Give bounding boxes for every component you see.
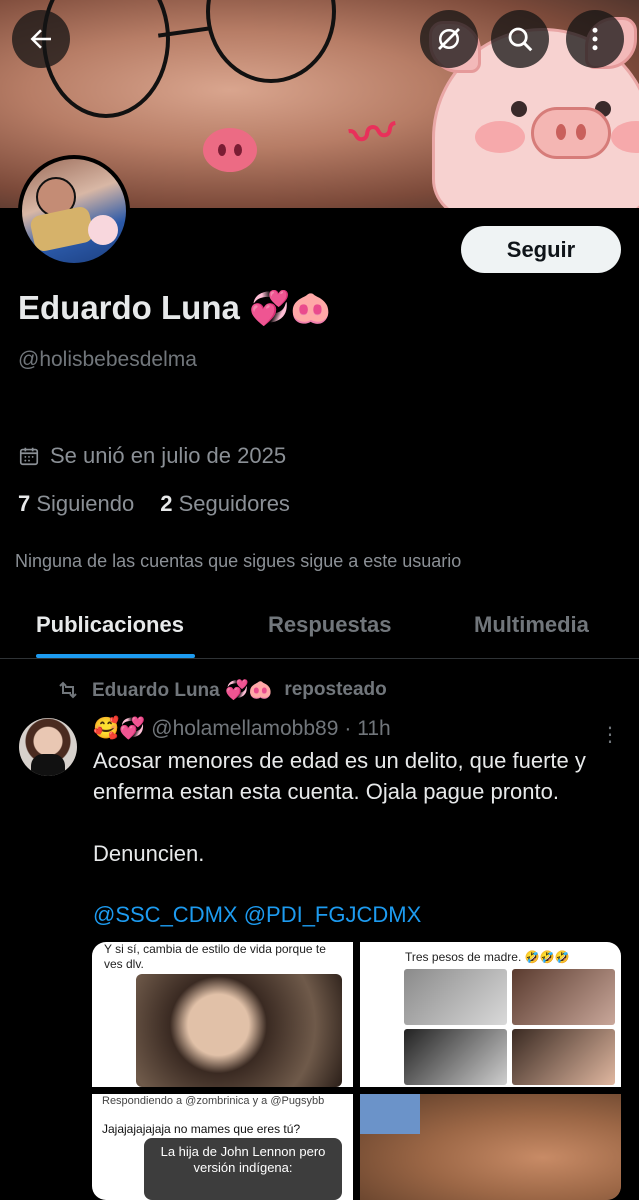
active-tab-indicator	[36, 654, 195, 658]
post-author-avatar[interactable]	[19, 718, 77, 776]
arrow-left-icon	[30, 29, 51, 49]
media-image-3[interactable]: Respondiendo a @zombrinica y a @Pugsybb …	[92, 1094, 353, 1200]
profile-avatar[interactable]	[18, 155, 130, 267]
profile-tabs: Publicaciones Respuestas Multimedia	[0, 598, 639, 659]
media-2-cell-1	[404, 969, 507, 1025]
post-author-emojis[interactable]: 🥰💞	[93, 717, 145, 741]
profile-handle: @holisbebesdelma	[18, 348, 197, 371]
tab-multimedia[interactable]: Multimedia	[474, 612, 589, 638]
media-2-cell-4	[512, 1029, 615, 1085]
media-2-caption: Tres pesos de madre. 🤣🤣🤣	[405, 950, 570, 964]
pig-eye-left	[511, 101, 527, 117]
media-4-sky	[360, 1094, 420, 1134]
post-more-icon[interactable]: ⋮	[600, 722, 620, 747]
grok-icon	[438, 28, 460, 50]
calendar-icon	[19, 447, 39, 466]
pig-blush-right	[611, 121, 639, 153]
avatar-pig	[88, 215, 118, 245]
post-avatar-body	[31, 754, 65, 776]
pig-snout	[531, 107, 611, 159]
following-label: Siguiendo	[36, 491, 135, 516]
post-header: 🥰💞 @holamellamobb89 · 11h	[93, 717, 391, 741]
followers-label: Seguidores	[178, 491, 290, 516]
media-image-1[interactable]: Y si sí, cambia de estilo de vida porque…	[92, 942, 353, 1087]
post-media-grid: Y si sí, cambia de estilo de vida porque…	[92, 942, 621, 1200]
followers-count: 2	[160, 491, 173, 516]
post-time: · 11h	[344, 717, 391, 740]
profile-name: Eduardo Luna 💞🐽	[18, 289, 332, 326]
follow-button[interactable]: Seguir	[461, 226, 621, 273]
media-2-cell-2	[512, 969, 615, 1025]
media-3-meme: La hija de John Lennon pero versión indí…	[144, 1138, 342, 1200]
post-text: Acosar menores de edad es un delito, que…	[93, 748, 586, 866]
pig-blush-left	[475, 121, 525, 153]
search-button[interactable]	[491, 10, 549, 68]
mutuals-notice: Ninguna de las cuentas que sigues sigue …	[15, 551, 462, 571]
following-link[interactable]: 7 Siguiendo	[18, 491, 134, 517]
media-image-2[interactable]: Tres pesos de madre. 🤣🤣🤣	[360, 942, 621, 1087]
media-2-cell-3	[404, 1029, 507, 1085]
repost-author[interactable]: Eduardo Luna 💞🐽	[92, 678, 272, 702]
banner-glasses-right	[206, 0, 336, 83]
following-count: 7	[18, 491, 31, 516]
mustache-sticker: 〰	[345, 103, 401, 164]
media-3-text: Jajajajajajaja no mames que eres tú?	[102, 1122, 301, 1136]
media-1-photo	[136, 974, 342, 1087]
tab-publicaciones[interactable]: Publicaciones	[36, 612, 184, 638]
repost-context: Eduardo Luna 💞🐽 reposteado	[56, 678, 387, 702]
tab-respuestas[interactable]: Respuestas	[268, 612, 392, 638]
repost-icon	[59, 681, 77, 699]
more-vertical-icon	[592, 27, 598, 51]
post-author-handle[interactable]: @holamellamobb89	[151, 717, 338, 741]
media-3-caption: Respondiendo a @zombrinica y a @Pugsybb	[102, 1095, 325, 1107]
joined-text: Se unió en julio de 2025	[50, 443, 287, 468]
grok-button[interactable]	[420, 10, 478, 68]
more-button[interactable]	[566, 10, 624, 68]
pig-nose-sticker	[203, 128, 257, 172]
media-image-4[interactable]	[360, 1094, 621, 1200]
joined-date: Se unió en julio de 2025	[18, 443, 286, 469]
post-mentions[interactable]: @SSC_CDMX @PDI_FGJCDMX	[93, 902, 421, 928]
media-1-caption: Y si sí, cambia de estilo de vida porque…	[104, 942, 326, 971]
back-button[interactable]	[12, 10, 70, 68]
follow-stats: 7 Siguiendo 2 Seguidores	[18, 491, 290, 517]
followers-link[interactable]: 2 Seguidores	[160, 491, 290, 517]
repost-label: reposteado	[284, 679, 387, 700]
search-icon	[508, 27, 533, 52]
avatar-object	[28, 205, 96, 253]
